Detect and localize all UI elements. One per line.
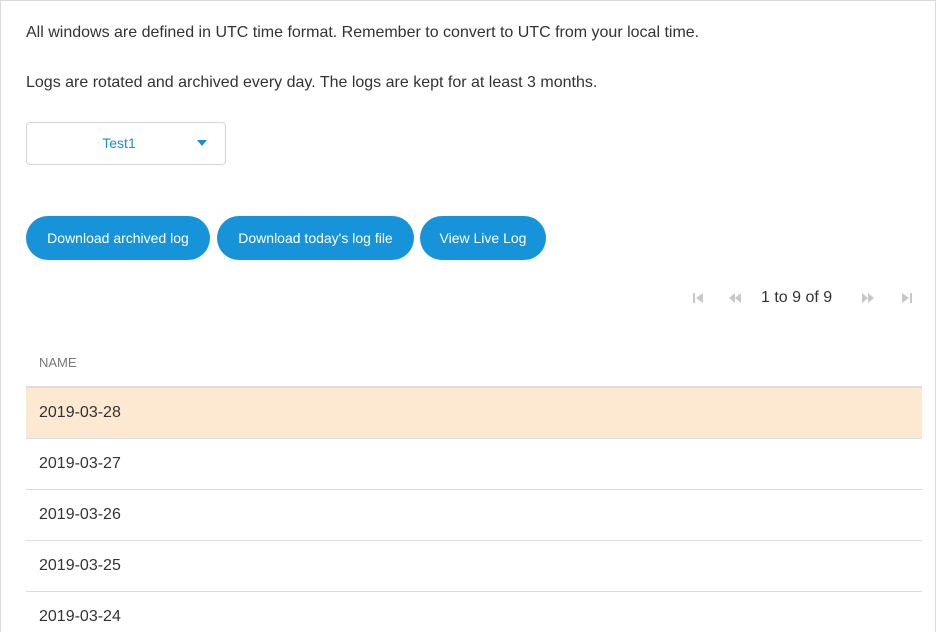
name-column-header[interactable]: NAME: [26, 337, 922, 388]
next-page-icon[interactable]: [860, 291, 876, 305]
table-row[interactable]: 2019-03-25: [26, 541, 922, 592]
pagination-summary: 1 to 9 of 9: [761, 289, 833, 306]
view-live-log-button[interactable]: View Live Log: [420, 216, 546, 260]
download-archived-log-button[interactable]: Download archived log: [26, 216, 210, 260]
log-rotation-info-text: Logs are rotated and archived every day.…: [26, 74, 598, 91]
table-row[interactable]: 2019-03-24: [26, 592, 922, 632]
chevron-down-icon: [197, 140, 207, 146]
table-row[interactable]: 2019-03-26: [26, 490, 922, 541]
log-panel: All windows are defined in UTC time form…: [0, 0, 936, 632]
table-row[interactable]: 2019-03-28: [26, 388, 922, 439]
log-files-table: NAME 2019-03-28 2019-03-27 2019-03-26 20…: [26, 337, 922, 632]
first-page-icon[interactable]: [690, 291, 706, 305]
log-source-select-value: Test1: [102, 135, 136, 151]
download-todays-log-button[interactable]: Download today's log file: [217, 216, 414, 260]
last-page-icon[interactable]: [899, 291, 915, 305]
previous-page-icon[interactable]: [727, 291, 743, 305]
table-row[interactable]: 2019-03-27: [26, 439, 922, 490]
utc-info-text: All windows are defined in UTC time form…: [26, 24, 700, 41]
log-source-select[interactable]: Test1: [26, 122, 226, 165]
